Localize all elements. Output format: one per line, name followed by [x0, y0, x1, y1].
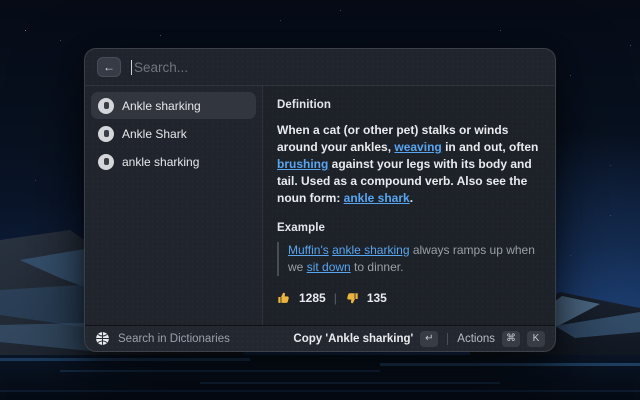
dictionary-search-window: ← Search... Ankle sharking Ankle Shark: [84, 48, 556, 352]
inline-text: in and out, often: [442, 140, 539, 154]
result-icon: [98, 126, 114, 142]
thumbs-up-icon: [277, 291, 291, 305]
search-in-dictionaries-label: Search in Dictionaries: [118, 333, 230, 345]
votes-row: 1285 | 135: [277, 291, 541, 305]
detail-panel: Definition When a cat (or other pet) sta…: [263, 86, 555, 325]
result-label: Ankle sharking: [122, 99, 201, 113]
enter-keycap: ↵: [420, 331, 438, 347]
downvote-count: 135: [367, 291, 387, 305]
k-keycap: K: [527, 331, 545, 347]
definition-text: When a cat (or other pet) stalks or wind…: [277, 122, 541, 207]
example-heading: Example: [277, 222, 541, 234]
result-row-ankle-shark[interactable]: Ankle Shark: [91, 120, 256, 147]
copy-action-label[interactable]: Copy 'Ankle sharking': [293, 333, 413, 345]
upvote-count: 1285: [299, 291, 326, 305]
result-label: ankle sharking: [122, 155, 199, 169]
stars-decoration: [25, 30, 26, 31]
result-row-ankle-sharking-lower[interactable]: ankle sharking: [91, 148, 256, 175]
inline-text: to dinner.: [351, 260, 404, 274]
thumbs-down-icon: [345, 291, 359, 305]
results-list: Ankle sharking Ankle Shark ankle sharkin…: [85, 86, 263, 325]
result-icon: [98, 154, 114, 170]
result-label: Ankle Shark: [122, 127, 187, 141]
inline-link[interactable]: ankle sharking: [332, 243, 409, 257]
inline-link[interactable]: ankle shark: [344, 191, 410, 205]
footer-bar: Search in Dictionaries Copy 'Ankle shark…: [85, 325, 555, 351]
inline-link[interactable]: Muffin's: [288, 243, 329, 257]
search-input[interactable]: Search...: [131, 60, 543, 75]
example-quote: Muffin's ankle sharking always ramps up …: [277, 242, 541, 276]
inline-link[interactable]: brushing: [277, 157, 328, 171]
inline-link[interactable]: sit down: [307, 260, 351, 274]
desktop-wallpaper: ← Search... Ankle sharking Ankle Shark: [0, 0, 640, 400]
definition-heading: Definition: [277, 99, 541, 111]
vote-separator: |: [334, 291, 337, 305]
result-icon: [98, 98, 114, 114]
globe-icon: [95, 331, 110, 346]
search-bar: ← Search...: [85, 49, 555, 86]
result-row-ankle-sharking[interactable]: Ankle sharking: [91, 92, 256, 119]
actions-label[interactable]: Actions: [457, 333, 495, 345]
footer-divider: [447, 333, 448, 345]
cmd-keycap: ⌘: [502, 331, 520, 347]
inline-link[interactable]: weaving: [394, 140, 441, 154]
search-placeholder: Search...: [134, 60, 188, 75]
back-button[interactable]: ←: [97, 57, 121, 77]
text-caret: [131, 60, 132, 75]
inline-text: .: [410, 191, 413, 205]
arrow-left-icon: ←: [103, 60, 115, 74]
